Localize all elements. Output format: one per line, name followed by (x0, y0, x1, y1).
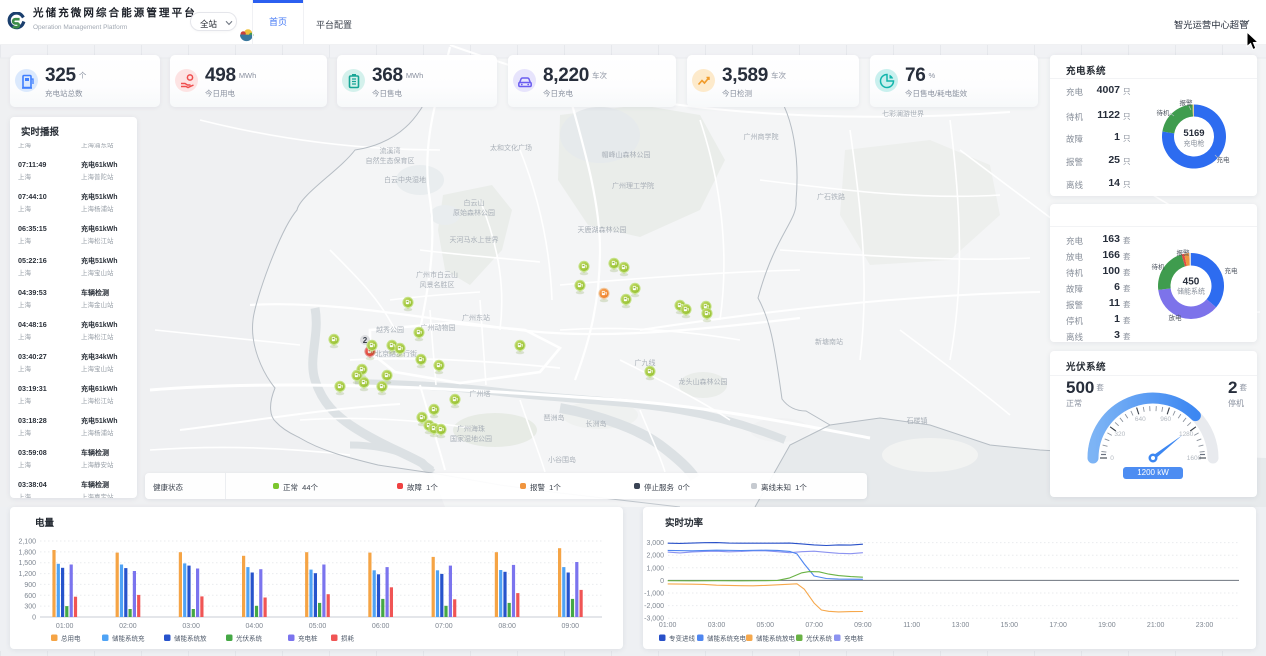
svg-text:充电: 充电 (1225, 266, 1239, 275)
svg-text:1,200: 1,200 (18, 571, 36, 578)
svg-text:04:00: 04:00 (246, 623, 264, 630)
svg-text:0: 0 (1110, 455, 1114, 462)
svg-text:广州理工学院: 广州理工学院 (612, 181, 654, 190)
svg-text:充电桩: 充电桩 (298, 634, 318, 643)
svg-text:损耗: 损耗 (341, 634, 355, 643)
svg-text:风景名胜区: 风景名胜区 (420, 280, 455, 289)
svg-text:1,000: 1,000 (646, 565, 664, 572)
svg-text:02:00: 02:00 (119, 623, 137, 630)
svg-text:储能系统充电: 储能系统充电 (707, 634, 747, 643)
svg-text:龙头山森林公园: 龙头山森林公园 (679, 377, 728, 386)
svg-text:0: 0 (32, 615, 36, 622)
svg-text:06:00: 06:00 (372, 623, 390, 630)
svg-text:储能系统: 储能系统 (1177, 287, 1205, 296)
svg-text:天鹿湖森林公园: 天鹿湖森林公园 (578, 225, 627, 234)
svg-text:900: 900 (24, 582, 36, 589)
svg-text:储能系统放: 储能系统放 (174, 634, 207, 643)
svg-text:5169: 5169 (1183, 128, 1204, 139)
svg-text:储能系统放电: 储能系统放电 (756, 634, 796, 643)
svg-text:充电枪: 充电枪 (1184, 139, 1205, 148)
svg-text:广州塔: 广州塔 (470, 389, 491, 398)
svg-text:越秀公园: 越秀公园 (376, 325, 404, 334)
svg-text:300: 300 (24, 604, 36, 611)
svg-text:320: 320 (1114, 431, 1125, 438)
svg-text:白云山: 白云山 (464, 198, 485, 207)
svg-text:2,100: 2,100 (18, 539, 36, 546)
svg-text:-1,000: -1,000 (644, 591, 664, 598)
svg-text:08:00: 08:00 (498, 623, 516, 630)
svg-text:国家湿地公园: 国家湿地公园 (450, 434, 492, 443)
svg-text:广九线: 广九线 (635, 358, 656, 367)
svg-text:3,000: 3,000 (646, 540, 664, 547)
svg-text:13:00: 13:00 (952, 622, 970, 629)
svg-text:琶洲岛: 琶洲岛 (544, 413, 565, 422)
svg-text:07:00: 07:00 (435, 623, 453, 630)
svg-text:自然生态保育区: 自然生态保育区 (366, 156, 415, 165)
svg-text:03:00: 03:00 (182, 623, 200, 630)
svg-text:报警: 报警 (1180, 98, 1194, 107)
svg-text:总用电: 总用电 (61, 634, 81, 643)
svg-text:07:00: 07:00 (805, 622, 823, 629)
svg-text:1280: 1280 (1179, 431, 1194, 438)
svg-text:原始森林公园: 原始森林公园 (453, 208, 495, 217)
svg-text:1,500: 1,500 (18, 560, 36, 567)
svg-text:23:00: 23:00 (1196, 622, 1214, 629)
svg-text:专变进线: 专变进线 (669, 634, 696, 643)
svg-text:光伏系统: 光伏系统 (236, 634, 263, 643)
svg-text:帽峰山森林公园: 帽峰山森林公园 (602, 150, 651, 159)
svg-text:09:00: 09:00 (854, 622, 872, 629)
svg-text:报警: 报警 (1177, 248, 1191, 257)
svg-text:光伏系统: 光伏系统 (806, 634, 833, 643)
svg-text:-2,000: -2,000 (644, 603, 664, 610)
svg-text:05:00: 05:00 (757, 622, 775, 629)
svg-text:广州动物园: 广州动物园 (421, 323, 456, 332)
svg-text:19:00: 19:00 (1098, 622, 1116, 629)
svg-text:太和文化广场: 太和文化广场 (490, 143, 532, 152)
svg-text:09:00: 09:00 (562, 623, 580, 630)
svg-text:广州市白云山: 广州市白云山 (416, 270, 458, 279)
svg-text:石楼镇: 石楼镇 (907, 416, 928, 425)
svg-text:17:00: 17:00 (1049, 622, 1067, 629)
svg-text:白云中央湿地: 白云中央湿地 (384, 175, 426, 184)
svg-text:新塘南站: 新塘南站 (815, 337, 843, 346)
svg-text:960: 960 (1160, 416, 1171, 423)
svg-text:充电: 充电 (1217, 155, 1231, 164)
svg-text:450: 450 (1183, 277, 1200, 288)
svg-text:储能系统充: 储能系统充 (112, 634, 145, 643)
svg-text:小谷围岛: 小谷围岛 (548, 455, 576, 464)
svg-text:03:00: 03:00 (708, 622, 726, 629)
svg-text:600: 600 (24, 593, 36, 600)
svg-text:待机: 待机 (1152, 262, 1166, 271)
svg-text:广石铁路: 广石铁路 (817, 192, 845, 201)
svg-text:七彩澜游世界: 七彩澜游世界 (882, 109, 924, 118)
svg-text:广州海珠: 广州海珠 (457, 424, 485, 433)
svg-text:640: 640 (1135, 416, 1146, 423)
svg-text:广州东站: 广州东站 (462, 313, 490, 322)
svg-text:01:00: 01:00 (659, 622, 677, 629)
svg-text:01:00: 01:00 (56, 623, 74, 630)
svg-text:天河马水上世界: 天河马水上世界 (450, 235, 499, 244)
svg-text:广州商学院: 广州商学院 (744, 132, 779, 141)
svg-text:待机: 待机 (1157, 108, 1171, 117)
svg-text:长洲岛: 长洲岛 (586, 419, 607, 428)
svg-text:0: 0 (660, 578, 664, 585)
svg-text:充电桩: 充电桩 (844, 634, 864, 643)
svg-text:21:00: 21:00 (1147, 622, 1165, 629)
svg-text:放电: 放电 (1169, 313, 1183, 322)
svg-text:15:00: 15:00 (1001, 622, 1019, 629)
svg-text:1,800: 1,800 (18, 549, 36, 556)
svg-text:11:00: 11:00 (903, 622, 920, 629)
svg-text:05:00: 05:00 (309, 623, 327, 630)
svg-text:流溪湾: 流溪湾 (380, 146, 401, 155)
svg-text:2,000: 2,000 (646, 553, 664, 560)
